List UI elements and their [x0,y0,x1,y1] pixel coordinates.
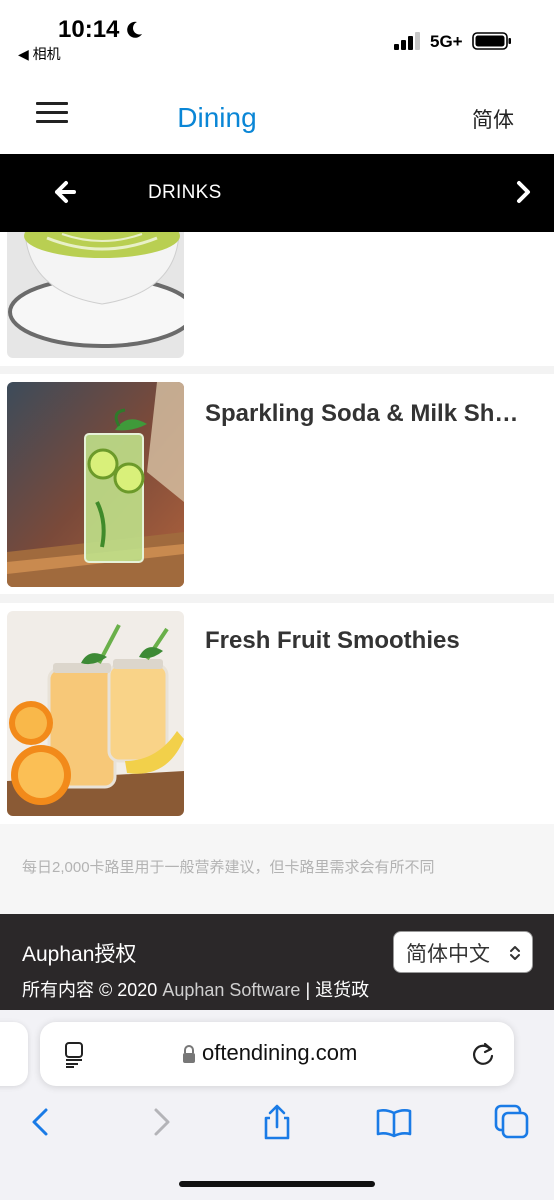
chevron-updown-icon [510,946,520,960]
browser-toolbar: oftendining.com [0,1010,554,1200]
menu-item-name: Sparkling Soda & Milk Shakes [205,400,525,427]
category-label: DRINKS [148,182,222,203]
app-header: Dining 简体 [0,80,554,154]
reader-page-icon[interactable] [64,1042,84,1068]
arrow-left-icon[interactable] [54,180,76,204]
company-link[interactable]: Auphan Software [162,980,300,1000]
footer-brand: Auphan授权 [22,943,137,966]
calorie-disclaimer: 每日2,000卡路里用于一般营养建议，但卡路里需求会有所不同 [22,859,435,876]
network-type: 5G+ [430,32,463,51]
signal-icon [394,32,420,50]
menu-item[interactable]: Fresh Fruit Smoothies [0,603,554,824]
reload-icon[interactable] [470,1041,496,1067]
footer-copyright: 所有内容 © 2020 Auphan Software | 退货政 [22,976,369,1002]
share-icon[interactable] [259,1104,295,1140]
menu-item[interactable] [0,232,554,366]
status-time: 10:14 [58,16,120,43]
chevron-right-icon[interactable] [512,180,534,204]
language-switch-link[interactable]: 简体 [472,104,514,134]
back-chevron-icon[interactable] [24,1104,60,1140]
moon-icon [127,21,142,38]
menu-item-name: Fresh Fruit Smoothies [205,627,460,654]
smoothie-jars-image [7,611,184,816]
address-bar[interactable]: oftendining.com [40,1022,514,1086]
url-text: oftendining.com [202,1040,358,1065]
bookmarks-book-icon[interactable] [376,1104,412,1140]
refund-policy-link[interactable]: 退货政 [315,980,369,1000]
mojito-glass-image [7,382,184,587]
category-bar: DRINKS [0,154,554,232]
battery-icon [472,32,511,50]
tabs-overview-icon[interactable] [494,1104,530,1140]
status-bar: 10:14 ◀ 相机 5G+ [0,0,554,80]
home-indicator [179,1181,375,1187]
menu-item-list: Sparkling Soda & Milk Shakes Fresh Fruit… [0,232,554,824]
page-title: Dining [177,102,257,133]
lock-icon [183,1045,195,1063]
language-select[interactable]: 简体中文 [393,931,533,973]
previous-tab-card[interactable] [0,1022,28,1086]
footer-separator: | [305,980,311,1000]
back-to-camera-link[interactable]: ◀ 相机 [18,44,61,64]
language-select-value: 简体中文 [406,943,490,966]
nutrition-disclaimer-area: 每日2,000卡路里用于一般营养建议，但卡路里需求会有所不同 [0,824,554,914]
forward-chevron-icon[interactable] [142,1104,178,1140]
copyright-text: 所有内容 © 2020 [22,980,158,1000]
matcha-latte-image [7,232,184,358]
menu-item[interactable]: Sparkling Soda & Milk Shakes [0,374,554,594]
site-footer: Auphan授权 所有内容 © 2020 Auphan Software | 退… [0,914,554,1014]
